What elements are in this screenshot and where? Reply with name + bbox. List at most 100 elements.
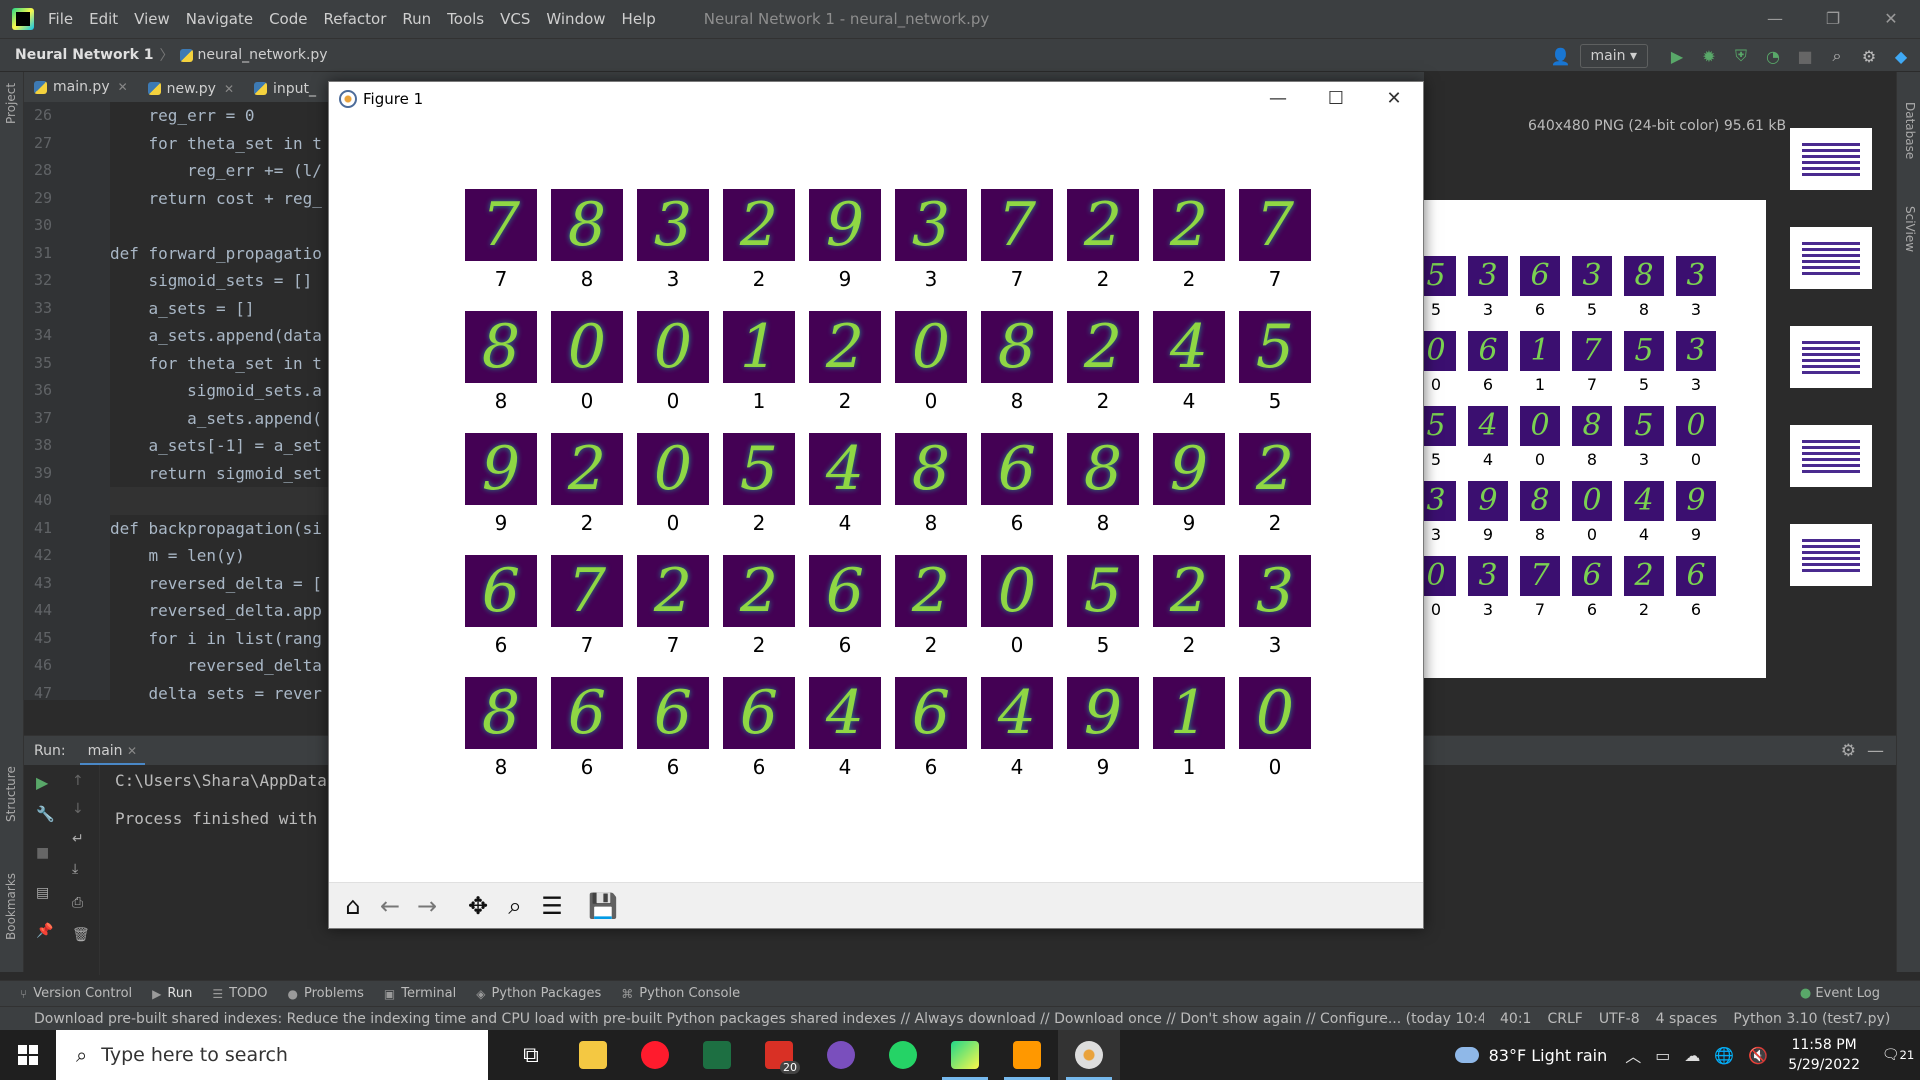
minimize-icon[interactable]: — bbox=[1249, 82, 1307, 116]
maximize-icon[interactable]: ☐ bbox=[1307, 82, 1365, 116]
tool-python-packages[interactable]: ◈ Python Packages bbox=[476, 986, 601, 1001]
menu-view[interactable]: View bbox=[134, 10, 170, 28]
close-tab-icon[interactable]: ✕ bbox=[224, 82, 234, 96]
code-line[interactable]: for i in list(rang bbox=[110, 625, 330, 653]
taskbar-clock[interactable]: 11:58 PM 5/29/2022 bbox=[1788, 1035, 1860, 1075]
database-tool-button[interactable]: Database bbox=[1903, 102, 1917, 159]
wrench-icon[interactable]: 🔧 bbox=[36, 805, 55, 823]
menu-window[interactable]: Window bbox=[546, 10, 605, 28]
pin-icon[interactable]: 📌 bbox=[36, 923, 53, 939]
tool-problems[interactable]: ● Problems bbox=[288, 986, 364, 1001]
code-line[interactable]: def backpropagation(si bbox=[110, 515, 330, 543]
pan-icon[interactable]: ✥ bbox=[460, 888, 496, 924]
status-message[interactable]: Download pre-built shared indexes: Reduc… bbox=[34, 1011, 1484, 1027]
chevron-up-icon[interactable]: ︿ bbox=[1625, 1043, 1641, 1067]
code-line[interactable]: def forward_propagatio bbox=[110, 240, 330, 268]
down-arrow-icon[interactable]: ↓ bbox=[72, 801, 84, 817]
home-icon[interactable]: ⌂ bbox=[335, 888, 371, 924]
line-separator[interactable]: CRLF bbox=[1547, 1011, 1582, 1027]
profile-icon[interactable]: ◔ bbox=[1760, 47, 1786, 66]
opera-icon[interactable] bbox=[624, 1030, 686, 1080]
excel-icon[interactable] bbox=[686, 1030, 748, 1080]
tab-main-py[interactable]: main.py ✕ bbox=[24, 72, 138, 106]
code-line[interactable]: sigmoid_sets.a bbox=[110, 377, 330, 405]
menu-navigate[interactable]: Navigate bbox=[186, 10, 253, 28]
menu-tools[interactable]: Tools bbox=[447, 10, 484, 28]
whatsapp-icon[interactable] bbox=[872, 1030, 934, 1080]
plot-thumbnail[interactable] bbox=[1790, 227, 1872, 289]
settings-gear-icon[interactable]: ⚙ bbox=[1856, 47, 1882, 66]
code-line[interactable]: return cost + reg_ bbox=[110, 185, 330, 213]
back-icon[interactable]: ← bbox=[372, 888, 408, 924]
onedrive-icon[interactable]: ☁ bbox=[1684, 1046, 1700, 1065]
network-globe-icon[interactable]: 🌐 bbox=[1714, 1046, 1734, 1065]
zoom-icon[interactable]: ⌕ bbox=[497, 888, 533, 924]
code-line[interactable]: for theta_set in t bbox=[110, 130, 330, 158]
meet-now-icon[interactable]: ▭ bbox=[1655, 1046, 1670, 1065]
caret-position[interactable]: 40:1 bbox=[1500, 1011, 1531, 1027]
menu-file[interactable]: File bbox=[48, 10, 73, 28]
plot-thumbnail[interactable] bbox=[1790, 128, 1872, 190]
run-configuration-select[interactable]: main ▾ bbox=[1579, 44, 1648, 68]
sciview-tool-button[interactable]: SciView bbox=[1903, 206, 1917, 252]
trash-icon[interactable]: 🗑 bbox=[72, 927, 90, 943]
restore-icon[interactable]: ❐ bbox=[1804, 0, 1862, 38]
tab-new-py[interactable]: new.py ✕ bbox=[138, 72, 244, 106]
weather-widget[interactable]: 83°F Light rain bbox=[1454, 1046, 1607, 1065]
code-line[interactable]: delta_sets = rever bbox=[110, 680, 330, 701]
run-settings-gear-icon[interactable]: ⚙ bbox=[1841, 741, 1856, 761]
menu-vcs[interactable]: VCS bbox=[500, 10, 530, 28]
scroll-to-end-icon[interactable]: ⤓ bbox=[72, 861, 78, 877]
menu-run[interactable]: Run bbox=[402, 10, 431, 28]
code-line[interactable]: for theta_set in t bbox=[110, 350, 330, 378]
tool-terminal[interactable]: ▣ Terminal bbox=[384, 986, 456, 1001]
search-icon[interactable]: ⌕ bbox=[1824, 46, 1850, 66]
code-line[interactable]: reg_err += (l/ bbox=[110, 157, 330, 185]
close-tab-icon[interactable]: ✕ bbox=[127, 744, 137, 758]
volume-muted-icon[interactable]: 🔇 bbox=[1748, 1046, 1768, 1065]
tool-python-console[interactable]: ⌘ Python Console bbox=[621, 986, 740, 1001]
file-explorer-icon[interactable] bbox=[562, 1030, 624, 1080]
rerun-icon[interactable]: ▶ bbox=[36, 773, 48, 792]
pycharm-taskbar-icon[interactable] bbox=[934, 1030, 996, 1080]
code-line[interactable]: reversed_delta bbox=[110, 652, 330, 680]
close-icon[interactable]: ✕ bbox=[1365, 82, 1423, 116]
matplotlib-figure-icon[interactable] bbox=[1058, 1030, 1120, 1080]
python-interpreter[interactable]: Python 3.10 (test7.py) bbox=[1733, 1011, 1890, 1027]
bookmarks-tool-button[interactable]: Bookmarks bbox=[4, 873, 18, 940]
file-encoding[interactable]: UTF-8 bbox=[1599, 1011, 1640, 1027]
code-line[interactable]: a_sets.append(data bbox=[110, 322, 330, 350]
start-button[interactable] bbox=[0, 1030, 56, 1080]
run-icon[interactable]: ▶ bbox=[1664, 47, 1690, 66]
event-log-button[interactable]: ● Event Log bbox=[1800, 986, 1880, 1001]
code-line[interactable]: a_sets.append( bbox=[110, 405, 330, 433]
close-tab-icon[interactable]: ✕ bbox=[118, 80, 128, 94]
figure-title-bar[interactable]: Figure 1 — ☐ ✕ bbox=[329, 82, 1423, 116]
menu-help[interactable]: Help bbox=[622, 10, 656, 28]
forward-icon[interactable]: → bbox=[409, 888, 445, 924]
stop-icon[interactable]: ■ bbox=[1792, 47, 1818, 66]
code-line[interactable]: m = len(y) bbox=[110, 542, 330, 570]
sublime-text-icon[interactable] bbox=[996, 1030, 1058, 1080]
code-line[interactable] bbox=[110, 212, 330, 240]
snipping-tool-icon[interactable] bbox=[810, 1030, 872, 1080]
code-line[interactable]: return sigmoid_set bbox=[110, 460, 330, 488]
minimize-icon[interactable]: — bbox=[1746, 0, 1804, 38]
breadcrumb-project[interactable]: Neural Network 1 bbox=[15, 47, 154, 63]
code-line[interactable]: reversed_delta = [ bbox=[110, 570, 330, 598]
plot-thumbnail[interactable] bbox=[1790, 425, 1872, 487]
tool-todo[interactable]: ☰ TODO bbox=[212, 986, 267, 1001]
save-icon[interactable]: 💾 bbox=[585, 888, 621, 924]
chrome-gmail-icon[interactable]: 20 bbox=[748, 1030, 810, 1080]
run-tab-main[interactable]: main ✕ bbox=[79, 736, 146, 766]
structure-tool-button[interactable]: Structure bbox=[4, 766, 18, 822]
debug-icon[interactable]: ✹ bbox=[1696, 47, 1722, 66]
code-editor[interactable]: reg_err = 0 for theta_set in t reg_err +… bbox=[110, 102, 330, 700]
breadcrumb-file[interactable]: neural_network.py bbox=[198, 47, 328, 63]
notification-center-icon[interactable]: 🗨 21 bbox=[1876, 1030, 1920, 1080]
menu-refactor[interactable]: Refactor bbox=[323, 10, 386, 28]
code-line[interactable]: a_sets[-1] = a_set bbox=[110, 432, 330, 460]
tool-run[interactable]: ▶ Run bbox=[152, 986, 192, 1001]
jetbrains-toolbox-icon[interactable]: ◆ bbox=[1888, 47, 1914, 66]
code-line[interactable]: reg_err = 0 bbox=[110, 102, 330, 130]
